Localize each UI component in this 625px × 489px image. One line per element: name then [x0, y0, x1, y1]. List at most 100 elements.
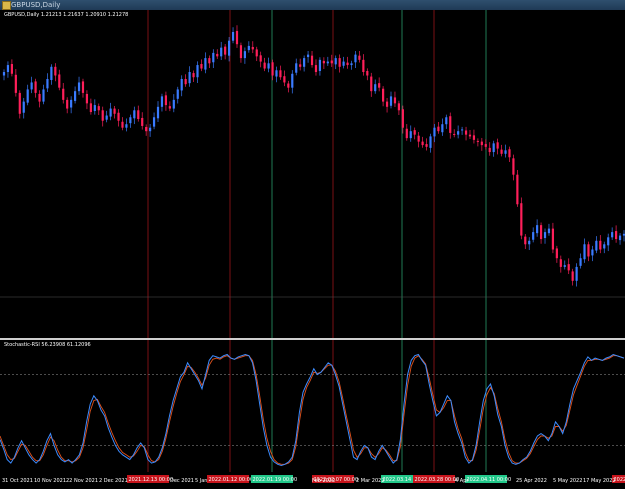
- candle-body: [259, 55, 262, 62]
- candle-body: [310, 55, 314, 66]
- candle-body: [176, 89, 179, 99]
- candle-body: [133, 110, 136, 119]
- candle-body: [599, 240, 602, 250]
- candle-body: [97, 106, 100, 111]
- candle-body: [575, 266, 578, 281]
- panel-separator[interactable]: [0, 338, 625, 340]
- candle-body: [413, 130, 416, 135]
- candle-body: [425, 144, 428, 147]
- candle-body: [401, 109, 404, 128]
- window-titlebar[interactable]: GBPUSD,Daily: [0, 0, 625, 10]
- candle-body: [421, 141, 424, 146]
- candle-body: [152, 117, 156, 127]
- candle-body: [235, 30, 239, 45]
- candle-body: [208, 58, 211, 64]
- candle-body: [350, 63, 353, 66]
- candle-body: [480, 141, 483, 146]
- candle-body: [615, 231, 618, 240]
- marker-tag-label: 2022.01.19 00:00: [253, 477, 298, 483]
- candle-body: [571, 271, 574, 281]
- candle-body: [346, 62, 349, 66]
- candle-body: [476, 140, 479, 142]
- candle-body: [58, 74, 61, 88]
- candle-body: [583, 244, 586, 260]
- main-panel[interactable]: GBPUSD,Daily 1.21213 1.21637 1.20910 1.2…: [0, 10, 625, 338]
- candle-body: [121, 121, 124, 128]
- candle-body: [18, 92, 21, 114]
- candle-body: [303, 58, 306, 67]
- time-label: 5 May 2022: [553, 478, 582, 484]
- candle-body: [374, 84, 377, 92]
- candle-body: [267, 63, 270, 69]
- time-label: Dec 2021: [170, 478, 194, 484]
- candle-body: [73, 91, 77, 101]
- candle-body: [306, 54, 310, 58]
- candle-body: [50, 66, 53, 81]
- chart-area[interactable]: GBPUSD,Daily 1.21213 1.21637 1.20910 1.2…: [0, 10, 625, 489]
- candle-body: [14, 74, 17, 93]
- candle-body: [382, 88, 385, 102]
- sub-panel-header: Stochastic-RSI 56.23908 61.12096: [4, 342, 91, 348]
- time-label: 31 Oct 2021: [2, 478, 33, 484]
- candle-body: [204, 58, 207, 70]
- candle-body: [603, 244, 606, 249]
- candle-body: [109, 108, 112, 117]
- candle-body: [34, 81, 37, 93]
- time-label: 5 Jan: [195, 478, 207, 484]
- candle-body: [457, 131, 460, 135]
- candle-body: [567, 264, 570, 271]
- candle-body: [314, 65, 318, 73]
- candle-body: [70, 99, 73, 108]
- candle-body: [125, 124, 128, 128]
- candle-body: [370, 76, 373, 92]
- candle-body: [397, 103, 401, 111]
- candle-body: [563, 265, 566, 267]
- candle-body: [591, 249, 594, 256]
- candle-body: [555, 248, 558, 259]
- candle-body: [512, 158, 515, 175]
- candle-body: [168, 106, 171, 109]
- stoch-rsi-panel[interactable]: Stochastic-RSI 56.23908 61.12096: [0, 340, 625, 472]
- candle-body: [559, 259, 562, 267]
- candle-body: [2, 72, 6, 76]
- candle-body: [6, 65, 10, 73]
- candle-body: [239, 45, 243, 59]
- candle-body: [251, 46, 254, 50]
- candle-body: [200, 64, 203, 69]
- candle-body: [180, 78, 183, 91]
- candle-body: [543, 232, 547, 239]
- candle-body: [105, 115, 108, 120]
- candle-body: [322, 60, 325, 64]
- candle-body: [279, 70, 282, 78]
- candle-body: [492, 143, 495, 153]
- time-label: 22 Nov 2021: [66, 478, 98, 484]
- candle-body: [30, 82, 33, 90]
- candle-body: [287, 83, 290, 88]
- time-label: 4 Apr: [455, 478, 469, 484]
- candle-body: [172, 99, 175, 109]
- candle-body: [81, 81, 85, 93]
- candle-body: [247, 45, 250, 51]
- candle-body: [362, 59, 365, 73]
- candle-body: [22, 101, 25, 113]
- candle-body: [291, 73, 294, 88]
- candle-body: [389, 96, 393, 106]
- candle-body: [10, 64, 13, 74]
- candle-body: [192, 73, 195, 78]
- candle-body: [113, 108, 116, 114]
- candle-body: [433, 127, 436, 137]
- candle-body: [85, 93, 89, 104]
- main-panel-header: GBPUSD,Daily 1.21213 1.21637 1.20910 1.2…: [4, 12, 128, 18]
- time-label: 2 Dec 2021: [99, 478, 128, 484]
- candle-body: [618, 235, 622, 241]
- candle-body: [547, 228, 551, 234]
- candle-body: [220, 47, 223, 57]
- candle-body: [528, 240, 531, 245]
- candle-body: [468, 134, 472, 137]
- candle-body: [437, 126, 440, 132]
- time-label: 25 Apr 2022: [516, 478, 547, 484]
- candle-body: [330, 60, 333, 64]
- candle-body: [405, 128, 408, 139]
- candle-body: [508, 149, 511, 158]
- candle-body: [611, 232, 614, 238]
